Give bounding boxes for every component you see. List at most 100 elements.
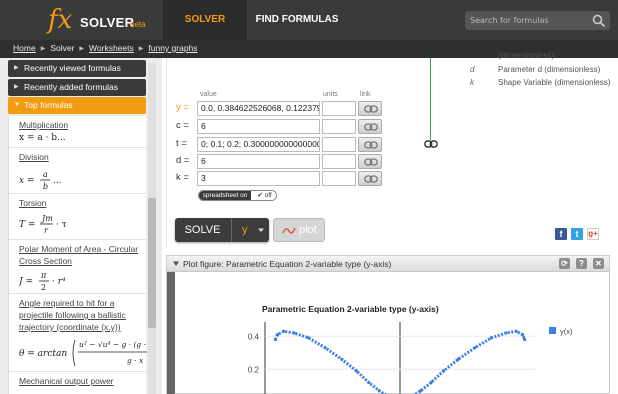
twitter-icon[interactable]: t [571, 228, 583, 240]
plot-button[interactable]: plot [273, 218, 325, 242]
caret-down-icon [258, 228, 264, 232]
value-field-d[interactable]: 6 [197, 154, 320, 169]
spreadsheet-toggle-label: spreadsheet on [199, 191, 251, 200]
units-field-y[interactable] [322, 101, 356, 116]
data-point [367, 380, 371, 385]
scrollbar-thumb[interactable] [148, 198, 156, 328]
nav-solver[interactable]: SOLVER [163, 0, 247, 40]
solve-button[interactable]: SOLVE y [175, 218, 269, 242]
value-field-k[interactable]: 3 [197, 171, 320, 186]
logo-beta: beta [130, 20, 146, 29]
chain-link-icon [364, 123, 378, 131]
legend-swatch [549, 327, 556, 334]
chevron-right-icon: ▶ [14, 84, 19, 90]
column-header-value: value [200, 91, 217, 98]
fx-logo-mark: fx [48, 5, 73, 35]
link-button-c[interactable] [358, 119, 382, 134]
link-button-d[interactable] [358, 154, 382, 169]
search-input[interactable] [465, 11, 590, 30]
variable-label-y: y = [176, 102, 189, 113]
link-button-k[interactable] [358, 171, 382, 186]
formula-title[interactable]: Multiplication [19, 119, 147, 131]
spreadsheet-toggle[interactable]: spreadsheet on ✔ off [198, 190, 277, 201]
svg-text:· r⁴: · r⁴ [52, 277, 66, 287]
logo-text: SOLVER [80, 15, 135, 30]
breadcrumb-worksheets[interactable]: Worksheets [89, 43, 134, 53]
google-plus-icon[interactable]: g+ [587, 228, 599, 240]
formula-expression: J = π 2 · r⁴ [17, 268, 89, 297]
chain-link-icon[interactable] [424, 139, 438, 149]
breadcrumb-solver[interactable]: Solver [50, 43, 74, 53]
svg-text:π: π [40, 271, 47, 280]
formula-expression: T = Jт r · τ [19, 211, 89, 240]
formula-title[interactable]: Polar Moment of Area - Circular Cross Se… [19, 243, 147, 267]
formula-item[interactable]: Torsion T = Jт r · τ [9, 194, 147, 240]
data-point [275, 333, 280, 337]
link-button-t[interactable] [358, 137, 382, 152]
solver-logo[interactable]: fx SOLVER beta [48, 7, 148, 35]
formula-item[interactable]: Multiplication x = a · b... [9, 116, 147, 148]
formula-expression: x = a · b... [19, 133, 66, 143]
value-field-c[interactable]: 6 [197, 119, 320, 134]
nav-find-formulas[interactable]: FIND FORMULAS [247, 0, 347, 40]
data-point [307, 336, 311, 340]
svg-text:J =: J = [19, 277, 33, 287]
refresh-icon[interactable]: ⟳ [559, 258, 570, 269]
formula-item[interactable]: Angle required to hit for a projectile f… [9, 294, 153, 372]
chart-legend: y(x) [549, 327, 573, 336]
plot-panel-title: Plot figure: Parametric Equation 2-varia… [183, 259, 392, 269]
plot-panel: Plot figure: Parametric Equation 2-varia… [166, 255, 610, 394]
chain-link-icon [364, 141, 378, 149]
svg-text:T =: T = [19, 220, 35, 230]
svg-text:g · x: g · x [127, 356, 144, 365]
data-point [377, 389, 381, 393]
close-icon[interactable]: ✕ [593, 258, 604, 269]
variable-label-d: d = [176, 155, 190, 166]
formula-item[interactable]: Mechanical output power [9, 372, 147, 394]
data-point [354, 369, 358, 373]
solve-label: SOLVE [184, 224, 221, 236]
svg-text:Jт: Jт [40, 214, 53, 223]
formula-title[interactable]: Mechanical output power [19, 375, 147, 387]
svg-text:b: b [43, 182, 48, 191]
help-icon[interactable]: ? [576, 258, 587, 269]
parametric-chart: Parametric Equation 2-variable type (y-a… [248, 304, 573, 394]
svg-text:r: r [44, 226, 49, 235]
variable-label-c: c = [176, 120, 189, 131]
y-tick-label: 0.4 [248, 332, 260, 341]
svg-text:2: 2 [41, 283, 46, 292]
units-field-t[interactable] [322, 137, 356, 152]
units-field-c[interactable] [322, 119, 356, 134]
data-point [473, 346, 477, 350]
recently-viewed-header[interactable]: ▶ Recently viewed formulas [8, 60, 146, 77]
data-point [489, 336, 493, 340]
formula-item[interactable]: Division x = a b ... [9, 148, 147, 194]
divider [166, 58, 167, 248]
formula-title[interactable]: Angle required to hit for a projectile f… [19, 297, 147, 333]
checkmark-icon: ✔ [257, 192, 263, 199]
collapse-triangle-icon[interactable] [173, 261, 179, 267]
data-point [514, 329, 518, 333]
value-field-t[interactable]: 0; 0.1; 0.2; 0.300000000000000 [197, 137, 320, 152]
breadcrumb-home[interactable]: Home [13, 43, 36, 53]
value-field-y[interactable]: 0.0, 0.384622526068, 0.122379 ... [197, 101, 320, 116]
formula-title[interactable]: Torsion [19, 197, 147, 209]
link-button-y[interactable] [358, 101, 382, 116]
formula-item[interactable]: Polar Moment of Area - Circular Cross Se… [9, 240, 147, 294]
units-field-d[interactable] [322, 154, 356, 169]
chain-link-icon [364, 105, 378, 113]
search-icon[interactable] [592, 14, 606, 28]
units-field-k[interactable] [322, 171, 356, 186]
plot-panel-header: Plot figure: Parametric Equation 2-varia… [167, 256, 609, 272]
svg-text:θ = arctan: θ = arctan [19, 349, 67, 359]
svg-text:· τ: · τ [56, 220, 67, 230]
formula-title[interactable]: Division [19, 151, 147, 163]
breadcrumb-current[interactable]: funny graphs [148, 43, 197, 53]
data-point [273, 337, 277, 342]
variable-description: Parameter d (dimensionless) [498, 65, 601, 74]
recently-added-header[interactable]: ▶ Recently added formulas [8, 79, 146, 96]
facebook-icon[interactable]: f [555, 228, 567, 240]
top-formulas-header[interactable]: ▼ Top formulas [8, 97, 146, 114]
variable-label-t: t = [176, 138, 187, 149]
formula-expression: x = a b ... [19, 168, 79, 195]
